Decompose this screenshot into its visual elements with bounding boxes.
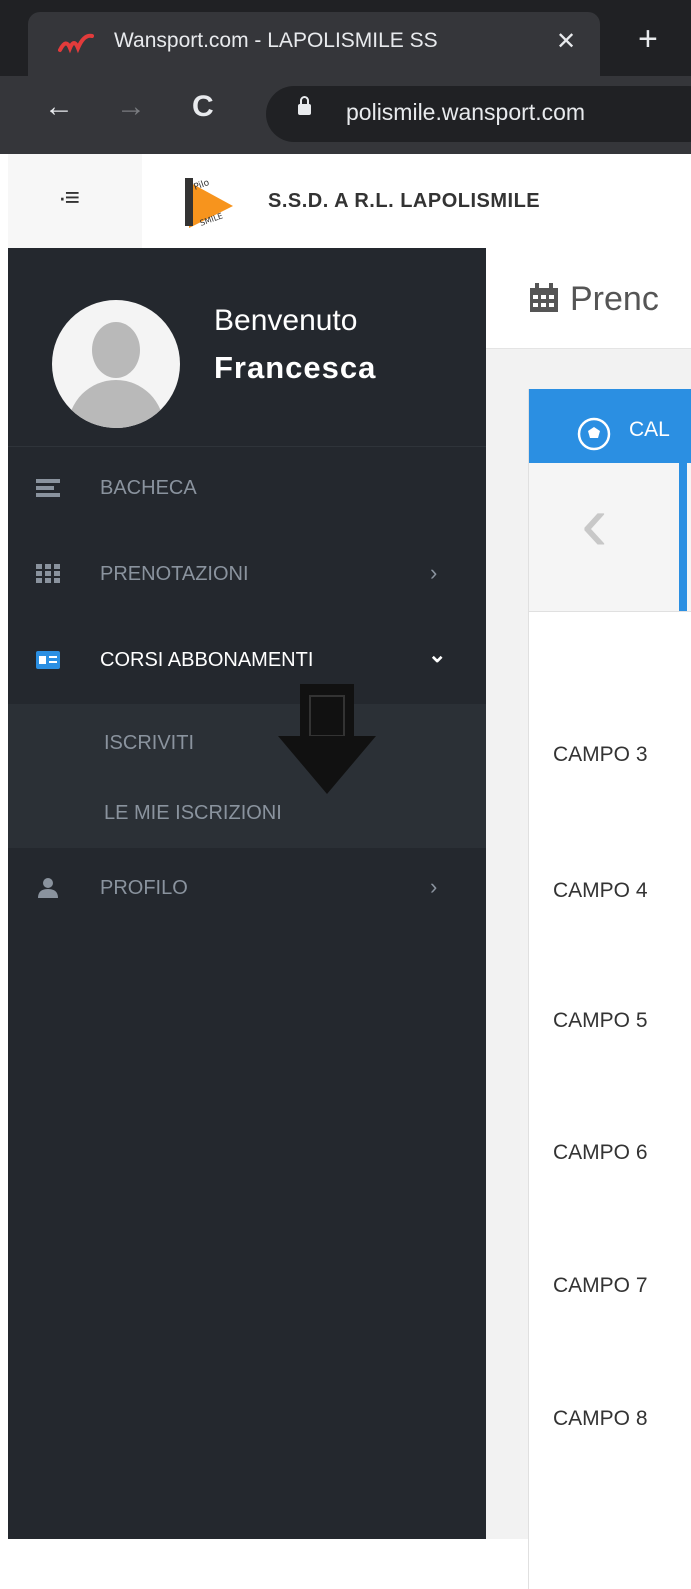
chevron-right-icon: ›	[430, 874, 438, 899]
browser-tab-bar: Wansport.com - LAPOLISMILE SS ✕ +	[0, 0, 691, 76]
field-row-label: CAMPO 3	[553, 743, 648, 766]
avatar-head	[92, 322, 140, 378]
submenu-item-iscriviti[interactable]: ISCRIVITI	[104, 732, 194, 755]
sidebar-item-label: PROFILO	[100, 877, 188, 899]
svg-text:Pilo: Pilo	[193, 178, 212, 193]
back-button[interactable]: ←	[44, 90, 74, 124]
sidebar-toggle-button[interactable]: ·≡	[8, 154, 142, 248]
forward-button[interactable]: →	[116, 90, 146, 124]
field-row-label: CAMPO 5	[553, 1009, 648, 1032]
sidebar-item-label: CORSI ABBONAMENTI	[100, 649, 314, 671]
page-header: Prenc	[486, 248, 691, 349]
calendar-icon	[530, 283, 558, 312]
user-icon	[38, 878, 58, 898]
field-row-label: CAMPO 6	[553, 1141, 648, 1164]
address-bar[interactable]: polismile.wansport.com	[266, 86, 691, 142]
sidebar-item-label: BACHECA	[100, 477, 197, 499]
soccer-ball-icon	[577, 417, 611, 451]
avatar-body	[68, 380, 164, 428]
tab-label: CAL	[629, 418, 670, 441]
field-row-label: CAMPO 4	[553, 879, 648, 902]
welcome-text: Benvenuto	[214, 304, 358, 337]
avatar	[52, 300, 180, 428]
prev-arrow-icon[interactable]: ‹	[581, 483, 608, 563]
sidebar-item-label: PRENOTAZIONI	[100, 563, 249, 585]
main-body: CAL ‹ CAMPO 3 CAMPO 4 CAMPO 5 CAMPO 6 CA…	[486, 349, 691, 1589]
app-header: ·≡ Pilo SMILE S.S.D. A R.L. LAPOLISMILE	[0, 154, 691, 248]
browser-toolbar: ← → C polismile.wansport.com	[0, 76, 691, 154]
sidebar-item-corsi-abbonamenti[interactable]: CORSI ABBONAMENTI ⌄	[8, 620, 486, 704]
brand-logo: Pilo SMILE	[185, 178, 233, 228]
tab-title: Wansport.com - LAPOLISMILE SS	[114, 29, 438, 52]
menu-toggle-icon: ·≡	[58, 182, 80, 212]
field-row-label: CAMPO 8	[553, 1407, 648, 1430]
calendar-panel: CAL ‹ CAMPO 3 CAMPO 4 CAMPO 5 CAMPO 6 CA…	[528, 389, 691, 1589]
brand-name: S.S.D. A R.L. LAPOLISMILE	[268, 190, 541, 212]
date-nav-accent	[679, 463, 687, 611]
browser-tab[interactable]: Wansport.com - LAPOLISMILE SS ✕	[28, 12, 600, 76]
sidebar-item-bacheca[interactable]: BACHECA	[8, 448, 486, 532]
submenu-item-le-mie-iscrizioni[interactable]: LE MIE ISCRIZIONI	[104, 802, 282, 825]
submenu-corsi-abbonamenti: ISCRIVITI LE MIE ISCRIZIONI	[8, 704, 486, 848]
lock-icon	[298, 96, 311, 115]
list-icon	[36, 479, 60, 497]
arrow-down-annotation-icon	[278, 684, 376, 794]
user-name: Francesca	[214, 350, 377, 385]
url-text: polismile.wansport.com	[346, 99, 586, 125]
sidebar-item-prenotazioni[interactable]: PRENOTAZIONI ›	[8, 534, 486, 618]
date-nav-strip: ‹	[529, 463, 691, 612]
grid-icon	[36, 564, 60, 583]
sidebar: Benvenuto Francesca BACHECA PRENOTAZIONI…	[8, 248, 486, 1539]
user-panel: Benvenuto Francesca	[8, 248, 486, 447]
main-content: Prenc CAL ‹ CAMPO 3 CAMPO 4 CAMPO 5 CAMP…	[486, 248, 691, 1589]
reload-button[interactable]: C	[192, 90, 214, 124]
new-tab-button[interactable]: +	[638, 22, 658, 56]
wansport-favicon-icon	[58, 33, 94, 54]
chevron-right-icon: ›	[430, 560, 438, 585]
tab-calendar[interactable]: CAL	[529, 389, 691, 463]
id-card-icon	[36, 651, 60, 669]
sidebar-item-profilo[interactable]: PROFILO ›	[8, 848, 486, 932]
chevron-down-icon: ⌄	[428, 642, 447, 667]
field-row-label: CAMPO 7	[553, 1274, 648, 1297]
tab-close-icon[interactable]: ✕	[556, 27, 576, 56]
page-title: Prenc	[570, 280, 659, 318]
